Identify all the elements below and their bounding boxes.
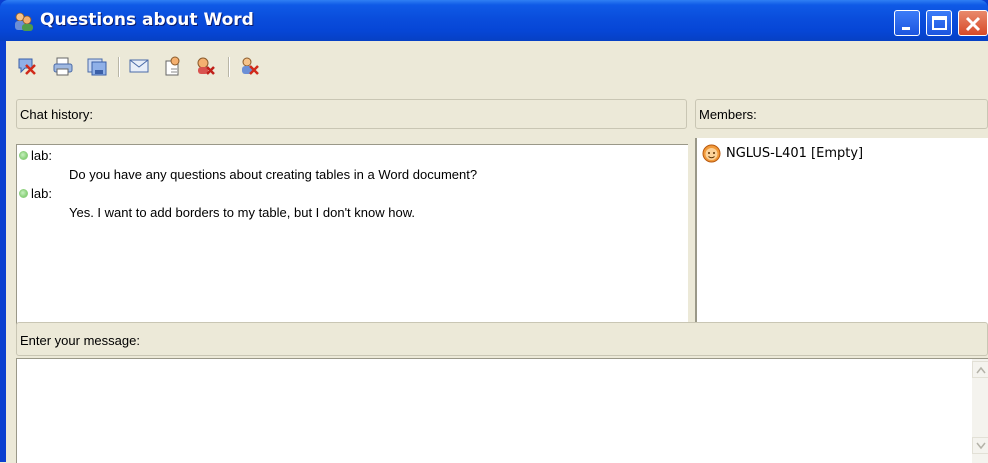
toolbar	[6, 41, 988, 95]
chevron-up-icon	[976, 366, 986, 374]
user-face-icon	[702, 144, 721, 163]
close-chat-icon[interactable]	[238, 55, 260, 77]
chat-history-header: Chat history:	[16, 99, 687, 129]
title-bar[interactable]: Questions about Word	[0, 0, 988, 41]
client-area: Chat history: Members: lab: Do you have …	[6, 41, 988, 463]
message-author: lab:	[19, 186, 52, 201]
message-input[interactable]	[16, 358, 988, 463]
scroll-up-button[interactable]	[972, 361, 988, 378]
maximize-button[interactable]	[926, 10, 952, 36]
chevron-down-icon	[976, 442, 986, 450]
members-list[interactable]: NGLUS-L401 [Empty]	[695, 138, 988, 351]
minimize-button[interactable]	[894, 10, 920, 36]
members-header: Members:	[695, 99, 988, 129]
toolbar-separator	[118, 57, 120, 77]
window-title: Questions about Word	[40, 10, 254, 30]
member-name: NGLUS-L401 [Empty]	[726, 146, 864, 161]
maximize-icon	[932, 16, 947, 30]
print-icon[interactable]	[52, 55, 74, 77]
close-icon	[965, 16, 981, 32]
minimize-icon	[902, 27, 910, 30]
online-status-icon	[19, 151, 28, 160]
invite-icon[interactable]	[162, 55, 184, 77]
remove-member-icon[interactable]	[194, 55, 216, 77]
online-status-icon	[19, 189, 28, 198]
message-input-header: Enter your message:	[16, 322, 988, 356]
input-scrollbar[interactable]	[972, 359, 988, 463]
message-input-label: Enter your message:	[20, 333, 140, 348]
scroll-down-button[interactable]	[972, 437, 988, 454]
chat-history-box[interactable]: lab: Do you have any questions about cre…	[16, 144, 688, 352]
message-text: Yes. I want to add borders to my table, …	[69, 205, 415, 220]
message-text: Do you have any questions about creating…	[69, 167, 478, 182]
chat-history-label: Chat history:	[20, 107, 93, 122]
vertical-splitter[interactable]	[687, 99, 695, 351]
toolbar-separator	[228, 57, 230, 77]
chat-window: Questions about Word Chat history: Membe…	[0, 0, 988, 463]
members-label: Members:	[699, 107, 757, 122]
save-icon[interactable]	[86, 55, 108, 77]
chat-people-icon	[15, 12, 33, 31]
send-mail-icon[interactable]	[128, 55, 150, 77]
leave-chat-icon[interactable]	[16, 55, 38, 77]
close-button[interactable]	[958, 10, 988, 36]
message-author: lab:	[19, 148, 52, 163]
